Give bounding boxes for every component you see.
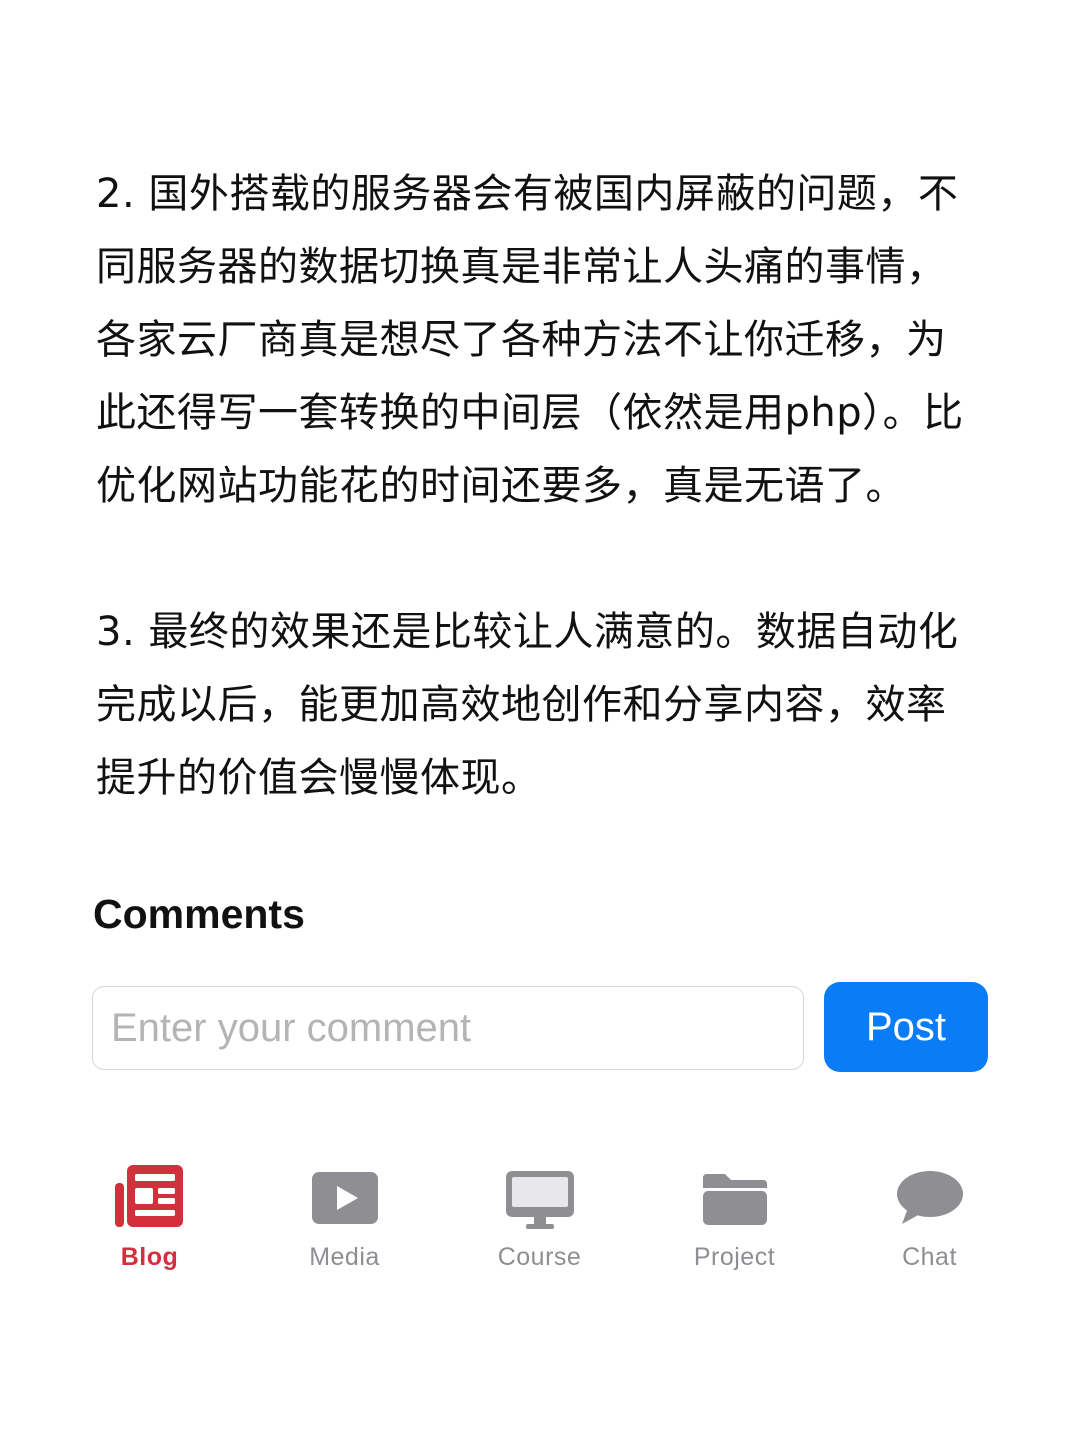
tab-label: Project: [693, 1243, 776, 1271]
article-paragraph: 3. 最终的效果还是比较让人满意的。数据自动化完成以后，能更加高效地创作和分享内…: [96, 609, 959, 801]
tab-label: Media: [309, 1243, 380, 1271]
tab-label: Blog: [120, 1243, 179, 1271]
tab-blog[interactable]: Blog: [52, 1164, 247, 1284]
tab-project[interactable]: Project: [637, 1164, 832, 1284]
folder-icon: [699, 1164, 771, 1230]
article-paragraph: 2. 国外搭载的服务器会有被国内屏蔽的问题，不同服务器的数据切换真是非常让人头痛…: [96, 171, 964, 509]
chat-bubble-icon: [894, 1164, 966, 1230]
comment-input[interactable]: [92, 986, 804, 1070]
tab-media[interactable]: Media: [247, 1164, 442, 1284]
article-body: 2. 国外搭载的服务器会有被国内屏蔽的问题，不同服务器的数据切换真是非常让人头痛…: [96, 158, 986, 815]
tab-bar: Blog Media Course Project Chat: [52, 1164, 1027, 1284]
tab-label: Course: [497, 1243, 582, 1271]
tab-label: Chat: [902, 1243, 957, 1271]
play-icon: [309, 1164, 381, 1230]
monitor-icon: [504, 1164, 576, 1230]
post-button[interactable]: Post: [824, 982, 988, 1072]
tab-chat[interactable]: Chat: [832, 1164, 1027, 1284]
comments-heading: Comments: [93, 891, 305, 937]
tab-course[interactable]: Course: [442, 1164, 637, 1284]
newspaper-icon: [114, 1164, 186, 1230]
